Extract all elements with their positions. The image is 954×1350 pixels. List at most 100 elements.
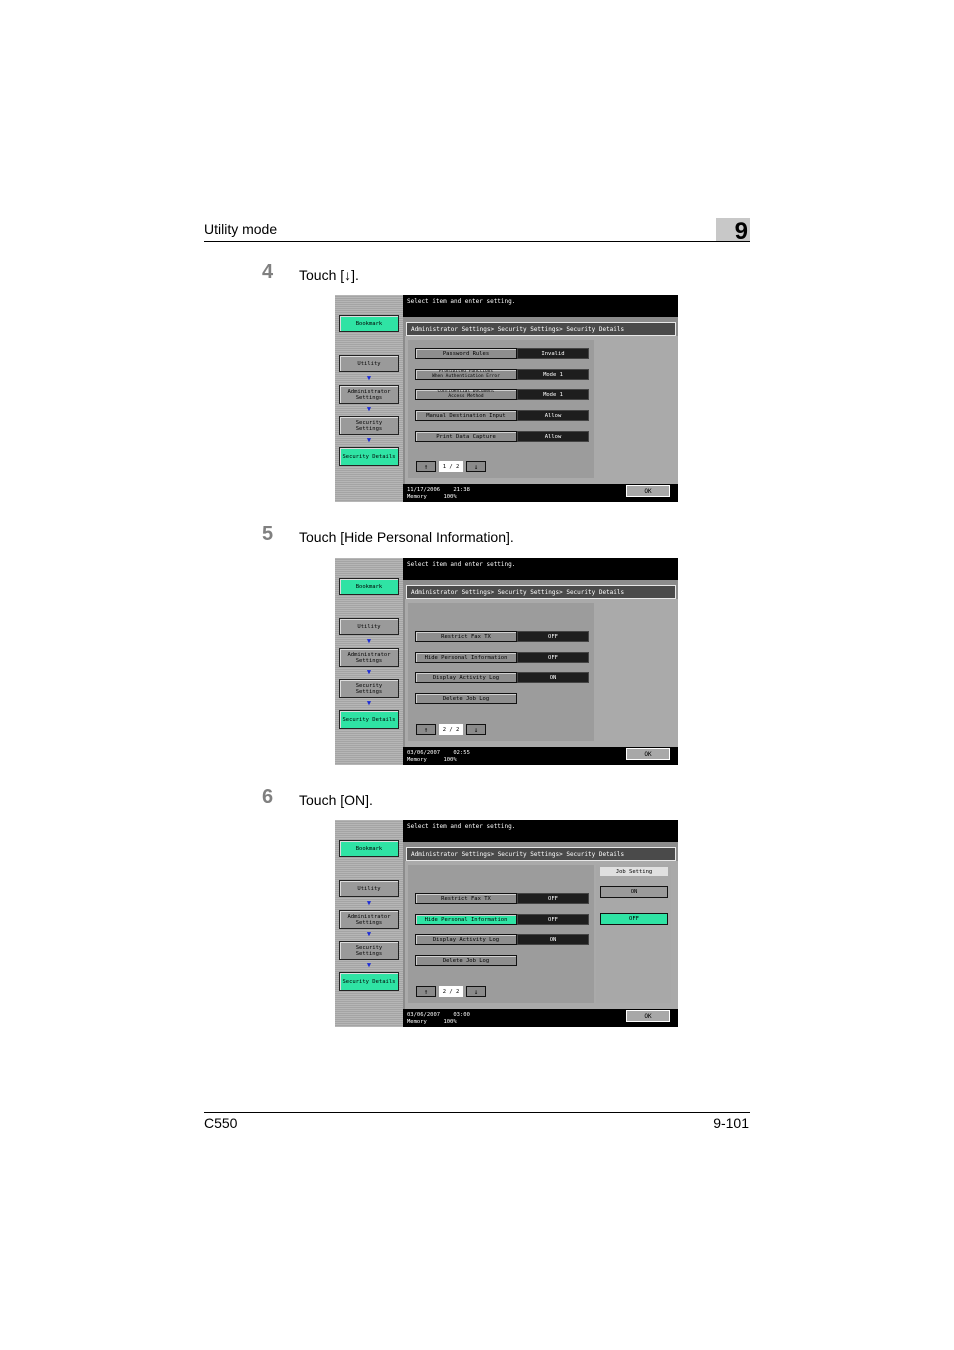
down-arrow-icon: ▼ bbox=[366, 930, 372, 938]
ok-button[interactable]: OK bbox=[626, 1010, 670, 1022]
restrict-fax-tx-button[interactable]: Restrict Fax TX bbox=[415, 631, 517, 642]
restrict-fax-tx-button[interactable]: Restrict Fax TX bbox=[415, 893, 517, 904]
display-activity-log-button[interactable]: Display Activity Log bbox=[415, 934, 517, 945]
ok-button[interactable]: OK bbox=[626, 485, 670, 497]
memory-status: Memory 100% bbox=[407, 757, 457, 763]
left-nav: Bookmark Utility ▼ Administrator Setting… bbox=[335, 558, 403, 765]
display-activity-log-button[interactable]: Display Activity Log bbox=[415, 672, 517, 683]
date: 03/06/2007 bbox=[407, 750, 441, 756]
security-label-2: Settings bbox=[355, 950, 383, 957]
display-activity-log-value: ON bbox=[517, 934, 589, 945]
admin-settings-button[interactable]: Administrator Settings bbox=[339, 385, 399, 404]
hide-personal-info-button[interactable]: Hide Personal Information bbox=[415, 914, 517, 925]
memory-status: Memory 100% bbox=[407, 1019, 457, 1025]
hide-personal-info-button[interactable]: Hide Personal Information bbox=[415, 652, 517, 663]
security-details-button[interactable]: Security Details bbox=[339, 710, 399, 729]
utility-button[interactable]: Utility bbox=[339, 880, 399, 897]
settings-list bbox=[408, 340, 594, 478]
date-time: 11/17/2006 21:38 bbox=[407, 487, 470, 493]
print-data-capture-button[interactable]: Print Data Capture bbox=[415, 431, 517, 442]
breadcrumb: Administrator Settings> Security Setting… bbox=[406, 322, 676, 336]
manual-destination-value: Allow bbox=[517, 410, 589, 421]
page-up-button[interactable]: ↑ bbox=[416, 461, 436, 472]
instruction-message: Select item and enter setting. bbox=[407, 823, 516, 830]
utility-button[interactable]: Utility bbox=[339, 618, 399, 635]
time: 03:00 bbox=[453, 1012, 470, 1018]
date: 03/06/2007 bbox=[407, 1012, 441, 1018]
header-rule bbox=[204, 241, 750, 242]
memory-label: Memory bbox=[407, 494, 427, 500]
job-setting-title: Job Setting bbox=[600, 867, 668, 876]
ok-button[interactable]: OK bbox=[626, 748, 670, 760]
password-rules-value: Invalid bbox=[517, 348, 589, 359]
down-arrow-icon: ▼ bbox=[366, 899, 372, 907]
security-settings-button[interactable]: Security Settings bbox=[339, 416, 399, 435]
security-details-button[interactable]: Security Details bbox=[339, 972, 399, 991]
breadcrumb-text: Administrator Settings> Security Setting… bbox=[411, 851, 625, 858]
down-arrow-icon: ▼ bbox=[366, 961, 372, 969]
step-number: 4 bbox=[262, 261, 274, 283]
page-up-button[interactable]: ↑ bbox=[416, 986, 436, 997]
breadcrumb-text: Administrator Settings> Security Setting… bbox=[411, 326, 625, 333]
page-down-button[interactable]: ↓ bbox=[466, 986, 486, 997]
password-rules-button[interactable]: Password Rules bbox=[415, 348, 517, 359]
on-button[interactable]: ON bbox=[600, 886, 668, 898]
confidential-document-button[interactable]: Confidential Document Access Method bbox=[415, 389, 517, 400]
confidential-document-value: Mode 1 bbox=[517, 389, 589, 400]
admin-settings-button[interactable]: Administrator Settings bbox=[339, 648, 399, 667]
time: 21:38 bbox=[453, 487, 470, 493]
page-indicator: 1 / 2 bbox=[439, 461, 463, 472]
date: 11/17/2006 bbox=[407, 487, 441, 493]
memory-status: Memory 100% bbox=[407, 494, 457, 500]
security-settings-button[interactable]: Security Settings bbox=[339, 679, 399, 698]
bookmark-button[interactable]: Bookmark bbox=[339, 315, 399, 332]
down-arrow-icon: ▼ bbox=[366, 668, 372, 676]
prohibited-functions-button[interactable]: Prohibited Functions When Authentication… bbox=[415, 369, 517, 380]
step-text: Touch [Hide Personal Information]. bbox=[299, 529, 514, 545]
model-name: C550 bbox=[204, 1115, 238, 1131]
left-nav: Bookmark Utility ▼ Administrator Setting… bbox=[335, 820, 403, 1027]
manual-destination-button[interactable]: Manual Destination Input bbox=[415, 410, 517, 421]
admin-label-2: Settings bbox=[355, 394, 383, 401]
breadcrumb: Administrator Settings> Security Setting… bbox=[406, 585, 676, 599]
print-data-capture-value: Allow bbox=[517, 431, 589, 442]
security-details-button[interactable]: Security Details bbox=[339, 447, 399, 466]
delete-job-log-button[interactable]: Delete Job Log bbox=[415, 693, 517, 704]
down-arrow-icon: ▼ bbox=[366, 436, 372, 444]
restrict-fax-tx-value: OFF bbox=[517, 631, 589, 642]
prohibited-label-2: When Authentication Error bbox=[432, 373, 500, 379]
page-up-button[interactable]: ↑ bbox=[416, 724, 436, 735]
footer-rule bbox=[204, 1112, 750, 1113]
date-time: 03/06/2007 03:00 bbox=[407, 1012, 470, 1018]
bookmark-button[interactable]: Bookmark bbox=[339, 840, 399, 857]
security-settings-button[interactable]: Security Settings bbox=[339, 941, 399, 960]
off-button[interactable]: OFF bbox=[600, 913, 668, 925]
memory-label: Memory bbox=[407, 757, 427, 763]
confidential-label-2: Access Method bbox=[448, 393, 484, 399]
restrict-fax-tx-value: OFF bbox=[517, 893, 589, 904]
step-text: Touch [↓]. bbox=[299, 267, 359, 283]
prohibited-functions-value: Mode 1 bbox=[517, 369, 589, 380]
memory-label: Memory bbox=[407, 1019, 427, 1025]
delete-job-log-button[interactable]: Delete Job Log bbox=[415, 955, 517, 966]
bookmark-button[interactable]: Bookmark bbox=[339, 578, 399, 595]
page-down-button[interactable]: ↓ bbox=[466, 724, 486, 735]
section-title: Utility mode bbox=[204, 221, 278, 237]
left-nav: Bookmark Utility ▼ Administrator Setting… bbox=[335, 295, 403, 502]
chapter-number: 9 bbox=[716, 218, 750, 245]
memory-value: 100% bbox=[443, 1019, 457, 1025]
hide-personal-info-value: OFF bbox=[517, 652, 589, 663]
date-time: 03/06/2007 02:55 bbox=[407, 750, 470, 756]
page-down-button[interactable]: ↓ bbox=[466, 461, 486, 472]
utility-button[interactable]: Utility bbox=[339, 355, 399, 372]
down-arrow-icon: ▼ bbox=[366, 699, 372, 707]
down-arrow-icon: ▼ bbox=[366, 374, 372, 382]
security-label-2: Settings bbox=[355, 688, 383, 695]
device-screen-3: Bookmark Utility ▼ Administrator Setting… bbox=[335, 820, 678, 1027]
admin-settings-button[interactable]: Administrator Settings bbox=[339, 910, 399, 929]
device-screen-1: Bookmark Utility ▼ Administrator Setting… bbox=[335, 295, 678, 502]
display-activity-log-value: ON bbox=[517, 672, 589, 683]
memory-value: 100% bbox=[443, 757, 457, 763]
breadcrumb-text: Administrator Settings> Security Setting… bbox=[411, 589, 625, 596]
page-number: 9-101 bbox=[713, 1115, 749, 1131]
